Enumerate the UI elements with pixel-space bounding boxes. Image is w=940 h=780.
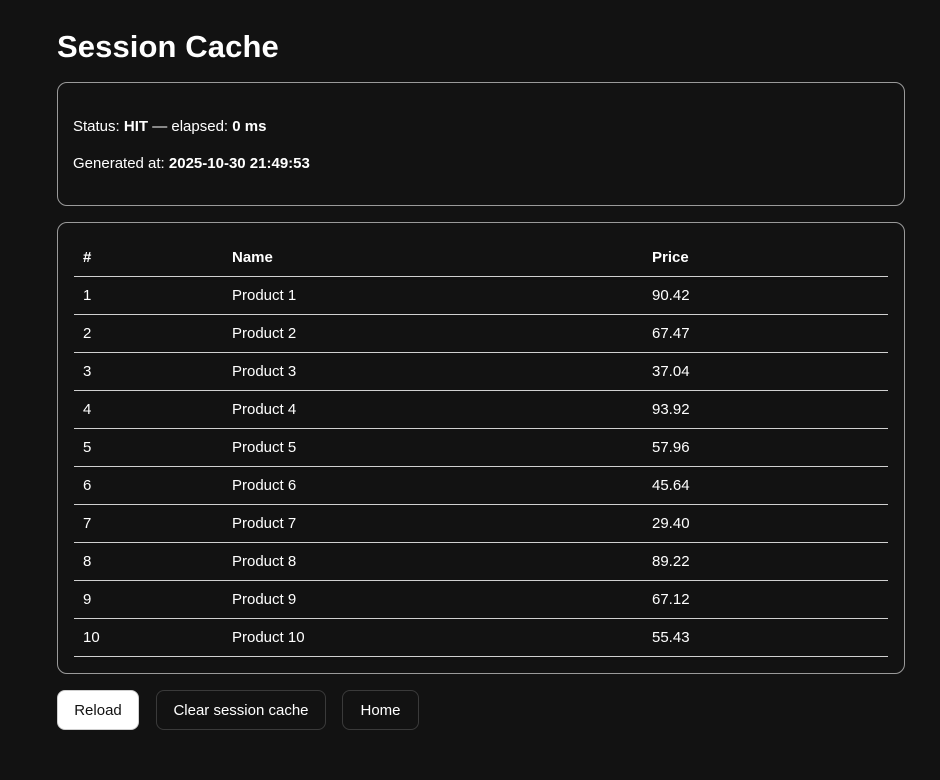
column-header-name: Name [223,239,643,277]
generated-value: 2025-10-30 21:49:53 [168,155,310,172]
row-number-cell: 5 [74,428,223,467]
elapsed-value: 0 ms [232,118,267,135]
clear-session-cache-button[interactable]: Clear session cache [156,690,326,730]
row-number-cell: 4 [74,390,223,429]
table-row: 7 Product 7 29.40 [74,504,888,543]
product-name-cell: Product 9 [223,580,643,619]
price-cell: 67.47 [643,314,888,353]
status-card [57,82,905,206]
table-row: 6 Product 6 45.64 [74,466,888,505]
products-table: # Name Price 1 Product 1 90.42 2 Product 2 67… [74,239,888,657]
generated-label: Generated at: [73,155,165,172]
row-number-cell: 9 [74,580,223,619]
table-row: 8 Product 8 89.22 [74,542,888,581]
product-name-cell: Product 2 [223,314,643,353]
product-name-cell: Product 10 [223,618,643,657]
price-cell: 93.92 [643,390,888,429]
product-name-cell: Product 4 [223,390,643,429]
row-number-cell: 10 [74,618,223,657]
table-row: 5 Product 5 57.96 [74,428,888,467]
elapsed-label: — elapsed: [152,118,229,135]
product-name-cell: Product 7 [223,504,643,543]
product-name-cell: Product 8 [223,542,643,581]
table-row: 1 Product 1 90.42 [74,276,888,315]
table-row: 2 Product 2 67.47 [74,314,888,353]
price-cell: 29.40 [643,504,888,543]
table-row: 9 Product 9 67.12 [74,580,888,619]
row-number-cell: 6 [74,466,223,505]
reload-button[interactable]: Reload [57,690,139,730]
price-cell: 67.12 [643,580,888,619]
status-label: Status: [73,118,120,135]
products-card: # Name Price 1 Product 1 90.42 2 Product 2 67… [57,222,905,674]
row-number-cell: 3 [74,352,223,391]
product-name-cell: Product 5 [223,428,643,467]
product-name-cell: Product 3 [223,352,643,391]
product-name-cell: Product 6 [223,466,643,505]
product-name-cell: Product 1 [223,276,643,315]
generated-line: Generated at: 2025-10-30 21:49:53 [73,155,310,173]
price-cell: 89.22 [643,542,888,581]
price-cell: 90.42 [643,276,888,315]
table-row: 10 Product 10 55.43 [74,618,888,657]
table-header-row: # Name Price [74,239,888,277]
row-number-cell: 1 [74,276,223,315]
price-cell: 45.64 [643,466,888,505]
status-line: Status: HIT — elapsed: 0 ms [73,118,266,136]
table-row: 3 Product 3 37.04 [74,352,888,391]
row-number-cell: 7 [74,504,223,543]
page-title: Session Cache [57,29,279,64]
row-number-cell: 2 [74,314,223,353]
table-row: 4 Product 4 93.92 [74,390,888,429]
status-value: HIT [123,118,149,135]
price-cell: 57.96 [643,428,888,467]
column-header-number: # [74,239,223,277]
row-number-cell: 8 [74,542,223,581]
column-header-price: Price [643,239,888,277]
table-body: 1 Product 1 90.42 2 Product 2 67.47 3 Product 3… [74,276,888,657]
price-cell: 55.43 [643,618,888,657]
home-button[interactable]: Home [342,690,419,730]
price-cell: 37.04 [643,352,888,391]
